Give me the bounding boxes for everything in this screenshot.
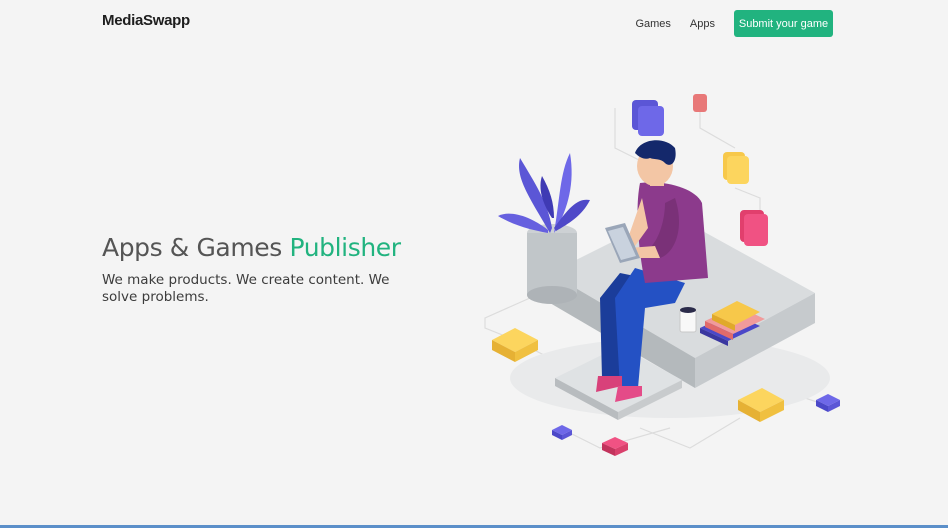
plant-icon: [498, 153, 590, 304]
mug-icon: [679, 307, 697, 333]
block-red-small: [693, 94, 707, 112]
hero-title-accent: Publisher: [289, 233, 401, 262]
block-blue-large: [632, 100, 664, 136]
block-blue-bottom-left: [552, 425, 572, 440]
submit-game-button[interactable]: Submit your game: [734, 10, 833, 37]
nav-links: Games Apps Submit your game: [635, 10, 833, 37]
block-yellow-right: [723, 152, 749, 184]
hero-subtitle: We make products. We create content. We …: [102, 272, 390, 305]
block-pink-bottom: [602, 437, 628, 456]
hero-title: Apps & Games Publisher: [102, 232, 462, 264]
block-pink-right: [740, 210, 768, 246]
nav-link-apps[interactable]: Apps: [690, 18, 715, 30]
hero-section: Apps & Games Publisher We make products.…: [102, 232, 462, 306]
block-blue-bottom-right: [816, 394, 840, 412]
logo[interactable]: MediaSwapp: [102, 12, 190, 29]
nav-link-games[interactable]: Games: [635, 18, 670, 30]
person-with-tablet-icon: [484, 94, 840, 456]
hero-title-main: Apps & Games: [102, 233, 290, 262]
navbar: MediaSwapp Games Apps Submit your game: [0, 0, 948, 46]
